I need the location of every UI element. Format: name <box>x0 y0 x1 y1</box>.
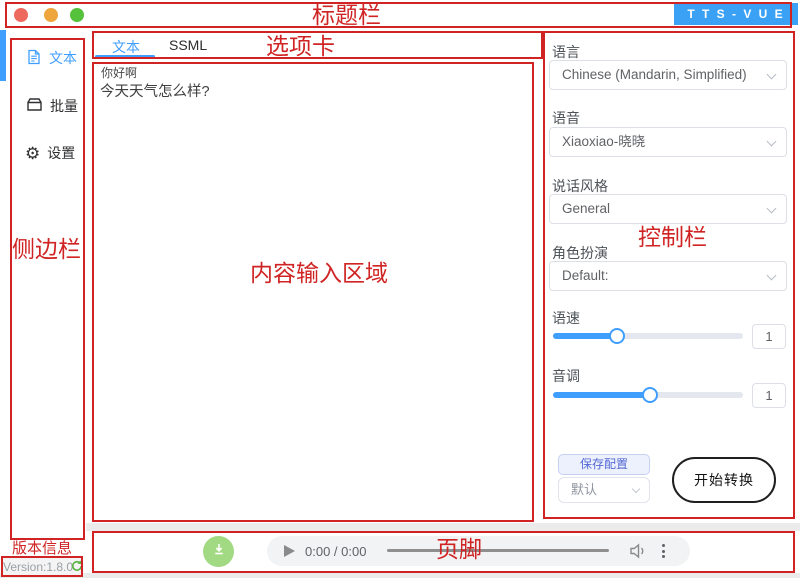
chevron-down-icon <box>767 70 777 80</box>
sidebar-item-batch[interactable]: 批量 <box>26 96 78 116</box>
zoom-icon[interactable] <box>70 8 84 22</box>
app-window: T T S - V U E 文本 批量 ⚙ 设置 文本 SSML 你好啊 今天天… <box>0 0 800 578</box>
style-select-value: General <box>562 201 610 216</box>
pitch-value-input[interactable] <box>752 383 786 408</box>
kebab-menu-icon[interactable] <box>662 544 665 558</box>
speed-slider[interactable] <box>553 333 743 339</box>
save-config-button[interactable]: 保存配置 <box>558 454 650 475</box>
editor-text-line[interactable]: 今天天气怎么样? <box>100 80 210 101</box>
voice-label: 语音 <box>552 108 580 128</box>
download-button[interactable] <box>203 536 234 567</box>
preset-select[interactable]: 默认 <box>558 477 650 503</box>
annotation-label-sidebar: 侧边栏 <box>12 237 81 262</box>
language-select-value: Chinese (Mandarin, Simplified) <box>562 67 747 82</box>
refresh-icon[interactable] <box>71 559 83 577</box>
speed-label: 语速 <box>552 308 580 328</box>
box-icon <box>26 97 43 115</box>
speed-slider-fill <box>553 333 617 339</box>
speed-slider-handle[interactable] <box>609 328 625 344</box>
download-icon <box>212 542 226 561</box>
sidebar-active-indicator <box>0 30 6 81</box>
annotation-label-footer: 页脚 <box>436 537 482 562</box>
start-convert-button[interactable]: 开始转换 <box>672 457 776 503</box>
player-time: 0:00 / 0:00 <box>305 544 366 559</box>
minimize-icon[interactable] <box>44 8 58 22</box>
play-icon[interactable] <box>284 545 295 557</box>
style-label: 说话风格 <box>552 176 608 196</box>
pitch-label: 音调 <box>552 366 580 386</box>
gear-icon: ⚙ <box>25 145 40 162</box>
voice-select[interactable]: Xiaoxiao-晓晓 <box>549 127 787 157</box>
chevron-down-icon <box>767 271 777 281</box>
sidebar-item-label: 设置 <box>47 143 75 163</box>
tab-ssml[interactable]: SSML <box>169 37 207 53</box>
pitch-slider-fill <box>553 392 650 398</box>
annotation-label-version: 版本信息 <box>12 541 72 558</box>
annotation-label-content: 内容输入区域 <box>250 261 388 286</box>
speed-value-input[interactable] <box>752 324 786 349</box>
language-select[interactable]: Chinese (Mandarin, Simplified) <box>549 60 787 90</box>
annotation-box-content <box>92 62 534 522</box>
version-text: Version:1.8.0 <box>3 560 73 574</box>
footer-gap-strip <box>86 523 800 531</box>
close-icon[interactable] <box>14 8 28 22</box>
sidebar-item-text[interactable]: 文本 <box>26 48 77 68</box>
tab-active-underline <box>95 55 155 58</box>
sidebar-item-settings[interactable]: ⚙ 设置 <box>25 143 75 163</box>
sidebar-item-label: 批量 <box>50 96 78 116</box>
document-icon <box>26 49 42 68</box>
player-progress-bar[interactable] <box>387 549 609 552</box>
role-select[interactable]: Default: <box>549 261 787 291</box>
style-select[interactable]: General <box>549 194 787 224</box>
tab-text[interactable]: 文本 <box>112 37 140 57</box>
language-label: 语言 <box>552 42 580 62</box>
chevron-down-icon <box>767 204 777 214</box>
chevron-down-icon <box>632 485 640 493</box>
preset-select-value: 默认 <box>571 482 597 497</box>
app-logo: T T S - V U E <box>674 3 798 25</box>
volume-icon[interactable] <box>629 543 648 564</box>
editor-text-line[interactable]: 你好啊 <box>101 64 137 81</box>
sidebar-item-label: 文本 <box>49 48 77 68</box>
chevron-down-icon <box>767 137 777 147</box>
annotation-label-tabs: 选项卡 <box>266 34 335 59</box>
annotation-label-controls: 控制栏 <box>638 225 707 250</box>
annotation-label-titlebar: 标题栏 <box>312 3 381 28</box>
role-label: 角色扮演 <box>552 243 608 263</box>
pitch-slider-handle[interactable] <box>642 387 658 403</box>
voice-select-value: Xiaoxiao-晓晓 <box>562 134 645 149</box>
bottom-strip <box>0 573 800 578</box>
role-select-value: Default: <box>562 268 609 283</box>
